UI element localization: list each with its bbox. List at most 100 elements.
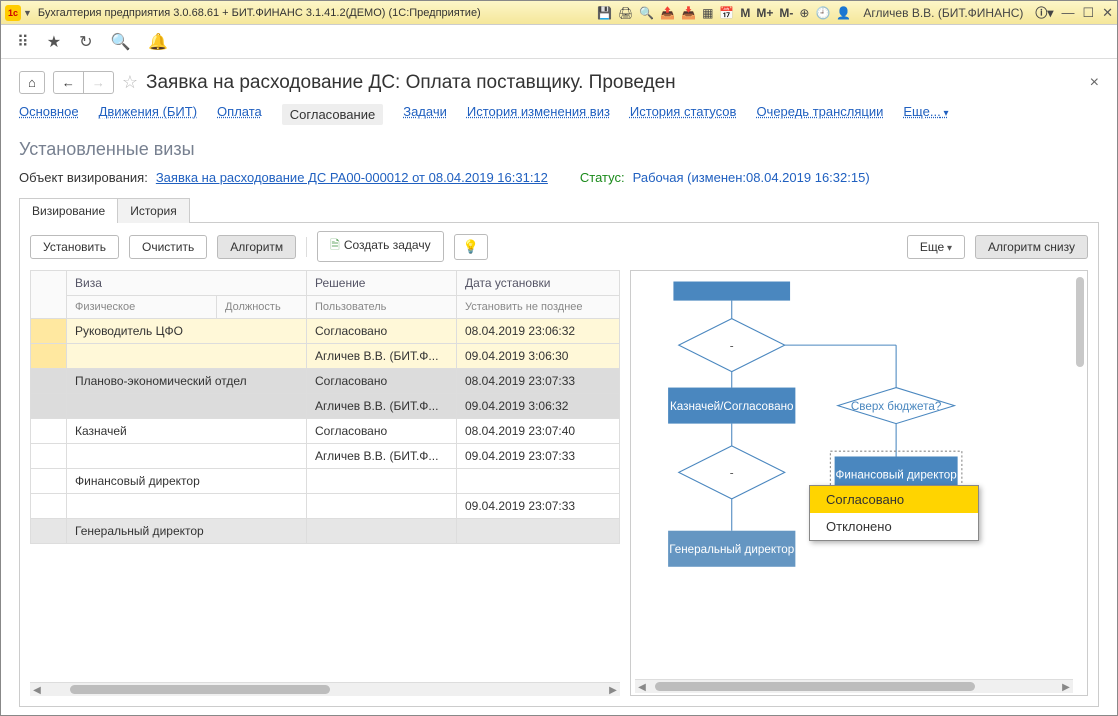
memory-m-icon[interactable]: M (740, 6, 750, 20)
print-icon[interactable]: 🖨 (618, 6, 633, 20)
set-button[interactable]: Установить (30, 235, 119, 259)
action-bar: Установить Очистить Алгоритм 🗎Создать за… (20, 223, 1098, 270)
flow-hscroll[interactable]: ◀ ▶ (635, 679, 1073, 693)
history-icon[interactable]: ↻ (79, 32, 92, 52)
save-icon[interactable]: 💾 (597, 6, 612, 20)
preview-icon[interactable]: 🔍 (639, 6, 654, 20)
zoom-icon[interactable]: ⊕ (799, 6, 809, 20)
context-menu: Согласовано Отклонено (809, 485, 979, 541)
object-row: Объект визирования: Заявка на расходован… (19, 170, 1099, 185)
create-task-button[interactable]: 🗎Создать задачу (317, 231, 443, 262)
clock-icon[interactable]: 🕘 (815, 6, 830, 20)
nav-queue[interactable]: Очередь трансляции (756, 104, 883, 125)
svg-text:Сверх бюджета?: Сверх бюджета? (851, 400, 942, 413)
algorithm-below-button[interactable]: Алгоритм снизу (975, 235, 1088, 259)
minimize-icon[interactable]: — (1061, 5, 1074, 21)
import-icon[interactable]: 📥 (681, 6, 696, 20)
app-window: 1c ▼ Бухгалтерия предприятия 3.0.68.61 +… (0, 0, 1118, 716)
nav-more[interactable]: Еще... (903, 104, 948, 125)
page-content: ⌂ ← → ☆ Заявка на расходование ДС: Оплат… (1, 59, 1117, 715)
tab-body: Установить Очистить Алгоритм 🗎Создать за… (19, 223, 1099, 707)
apps-grid-icon[interactable]: ⠿ (17, 32, 29, 52)
tab-history[interactable]: История (117, 198, 190, 223)
scroll-right-icon[interactable]: ▶ (606, 683, 620, 696)
flow-scroll-thumb[interactable] (655, 682, 975, 691)
table-row[interactable]: Агличев В.В. (БИТ.Ф...09.04.2019 23:07:3… (31, 444, 620, 469)
col-visa-head[interactable]: Виза (67, 271, 307, 296)
scroll-left-icon[interactable]: ◀ (30, 683, 44, 696)
col-user[interactable]: Пользователь (307, 296, 457, 319)
window-titlebar: 1c ▼ Бухгалтерия предприятия 3.0.68.61 +… (1, 1, 1117, 25)
info-icon[interactable]: ⓘ▾ (1035, 4, 1053, 21)
grid-hscroll[interactable]: ◀ ▶ (30, 682, 620, 696)
section-title: Установленные визы (19, 139, 1099, 160)
tab-visas[interactable]: Визирование (19, 198, 118, 223)
table-row[interactable]: Руководитель ЦФОСогласовано08.04.2019 23… (31, 319, 620, 344)
sub-tabs: Визирование История (19, 197, 1099, 223)
user-icon: 👤 (836, 6, 851, 20)
hint-button[interactable]: 💡 (454, 234, 488, 260)
table-row[interactable]: Агличев В.В. (БИТ.Ф...09.04.2019 3:06:32 (31, 394, 620, 419)
ctx-approved[interactable]: Согласовано (810, 486, 978, 513)
flow-vscroll[interactable] (1075, 277, 1085, 675)
object-link[interactable]: Заявка на расходование ДС РА00-000012 от… (156, 170, 548, 185)
table-row[interactable]: Финансовый директор (31, 469, 620, 494)
search-icon[interactable]: 🔍 (110, 32, 130, 52)
page-nav: Основное Движения (БИТ) Оплата Согласова… (19, 104, 1099, 125)
current-user[interactable]: Агличев В.В. (БИТ.ФИНАНС) (863, 6, 1023, 20)
window-title: Бухгалтерия предприятия 3.0.68.61 + БИТ.… (38, 7, 481, 19)
grid-pane: Виза Решение Дата установки Физическое Д… (30, 270, 620, 696)
table-row[interactable]: КазначейСогласовано08.04.2019 23:07:40 (31, 419, 620, 444)
col-phys[interactable]: Физическое (67, 296, 217, 319)
svg-text:Казначей/Согласовано: Казначей/Согласовано (670, 400, 794, 413)
more-button[interactable]: Еще (907, 235, 965, 259)
page-close-icon[interactable]: × (1090, 74, 1099, 92)
home-button[interactable]: ⌂ (19, 71, 45, 94)
plus-doc-icon: 🗎 (330, 238, 340, 252)
col-date-head[interactable]: Дата установки (457, 271, 620, 296)
nav-visa-history[interactable]: История изменения виз (467, 104, 610, 125)
svg-text:Финансовый директор: Финансовый директор (836, 469, 957, 482)
star-icon[interactable]: ★ (47, 32, 61, 52)
nav-payment[interactable]: Оплата (217, 104, 262, 125)
titlebar-dropdown-icon[interactable]: ▼ (23, 8, 32, 18)
visa-table[interactable]: Виза Решение Дата установки Физическое Д… (30, 270, 620, 544)
nav-moves[interactable]: Движения (БИТ) (99, 104, 197, 125)
maximize-icon[interactable]: ☐ (1082, 5, 1094, 21)
svg-text:-: - (730, 467, 734, 480)
scroll-thumb[interactable] (70, 685, 330, 694)
ctx-declined[interactable]: Отклонено (810, 513, 978, 540)
page-header: ⌂ ← → ☆ Заявка на расходование ДС: Оплат… (19, 71, 1099, 94)
calendar-icon[interactable]: 📅 (719, 6, 734, 20)
col-decision-head[interactable]: Решение (307, 271, 457, 296)
favorite-star-icon[interactable]: ☆ (122, 72, 138, 93)
col-marker (31, 271, 67, 319)
flow-scroll-right-icon[interactable]: ▶ (1059, 680, 1073, 694)
table-row[interactable]: 09.04.2019 23:07:33 (31, 494, 620, 519)
object-label: Объект визирования: (19, 170, 148, 185)
close-icon[interactable]: ✕ (1102, 5, 1113, 21)
nav-back-button[interactable]: ← (53, 71, 84, 94)
memory-mminus-icon[interactable]: M- (779, 6, 793, 20)
algorithm-button[interactable]: Алгоритм (217, 235, 296, 259)
table-row[interactable]: Генеральный директор (31, 519, 620, 544)
table-row[interactable]: Планово-экономический отделСогласовано08… (31, 369, 620, 394)
nav-main[interactable]: Основное (19, 104, 79, 125)
memory-mplus-icon[interactable]: M+ (756, 6, 773, 20)
status-label: Статус: (580, 170, 625, 185)
bell-icon[interactable]: 🔔 (148, 32, 168, 52)
nav-approval[interactable]: Согласование (282, 104, 383, 125)
flow-scroll-left-icon[interactable]: ◀ (635, 680, 649, 694)
titlebar-toolbar: 💾 🖨 🔍 📤 📥 ▦ 📅 M M+ M- ⊕ 🕘 👤 Агличев В.В.… (597, 4, 1053, 21)
flowchart-svg: - Казначей/Согласовано Сверх бюджета? - (631, 271, 1087, 695)
clear-button[interactable]: Очистить (129, 235, 207, 259)
table-row[interactable]: Агличев В.В. (БИТ.Ф...09.04.2019 3:06:30 (31, 344, 620, 369)
nav-forward-button[interactable]: → (84, 71, 114, 94)
export-icon[interactable]: 📤 (660, 6, 675, 20)
vscroll-thumb[interactable] (1076, 277, 1084, 367)
calc-icon[interactable]: ▦ (702, 6, 713, 20)
col-position[interactable]: Должность (217, 296, 307, 319)
nav-tasks[interactable]: Задачи (403, 104, 447, 125)
col-deadline[interactable]: Установить не позднее (457, 296, 620, 319)
nav-status-history[interactable]: История статусов (630, 104, 737, 125)
